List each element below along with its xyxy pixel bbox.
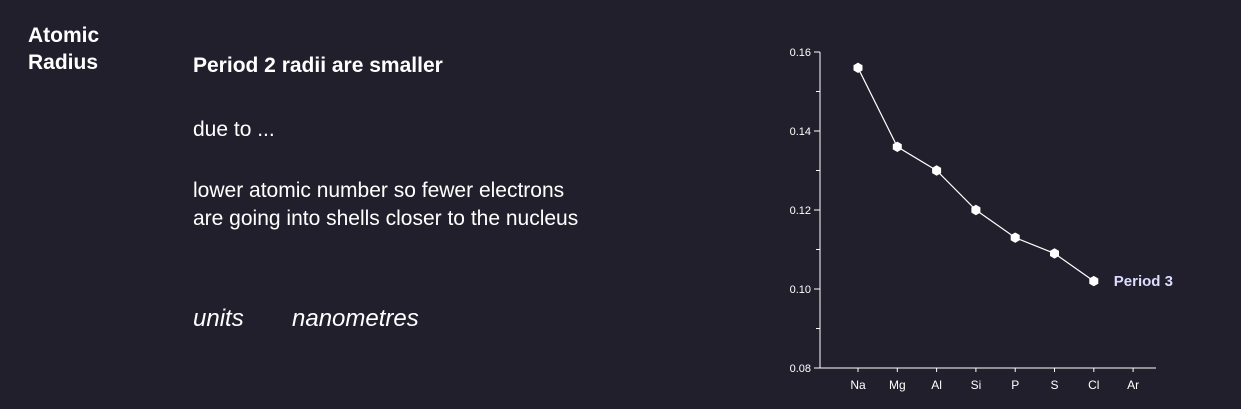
explanation-line-2: are going into shells closer to the nucl… [193, 207, 579, 230]
y-tick-label: 0.14 [790, 126, 811, 138]
section-title: Atomic Radius [28, 24, 100, 74]
x-tick-label: P [1011, 378, 1019, 392]
y-tick-label: 0.08 [790, 363, 811, 375]
explanation-text: lower atomic number so fewer electrons a… [193, 177, 713, 233]
units-label: units [193, 305, 244, 332]
x-tick-label: Al [931, 378, 942, 392]
data-point [1089, 275, 1099, 287]
data-point [1050, 248, 1059, 259]
units-value: nanometres [292, 305, 419, 332]
x-tick-label: Cl [1088, 378, 1099, 392]
slide-heading: Period 2 radii are smaller [193, 54, 443, 77]
series-label: Period 3 [1114, 273, 1173, 290]
x-tick-label: Mg [889, 378, 906, 392]
series-line [857, 67, 1095, 282]
data-point [1010, 232, 1020, 243]
y-tick-label: 0.12 [790, 205, 811, 217]
x-tick-label: Na [850, 378, 866, 392]
x-tick-label: Si [971, 378, 982, 392]
y-tick-label: 0.16 [790, 47, 811, 59]
slide: Atomic Radius Period 2 radii are smaller… [0, 0, 1241, 409]
data-point [892, 141, 902, 152]
atomic-radius-chart: 0.08 0.10 0.12 0.14 0.16 Na Mg Al Si P S Cl Ar Period… [790, 47, 1173, 392]
explanation-line-1: lower atomic number so fewer electrons [193, 179, 565, 202]
due-to-text: due to ... [193, 118, 275, 141]
y-tick-label: 0.10 [790, 284, 811, 296]
x-tick-label: Ar [1127, 378, 1139, 392]
data-point [853, 62, 863, 73]
x-tick-label: S [1050, 378, 1058, 392]
